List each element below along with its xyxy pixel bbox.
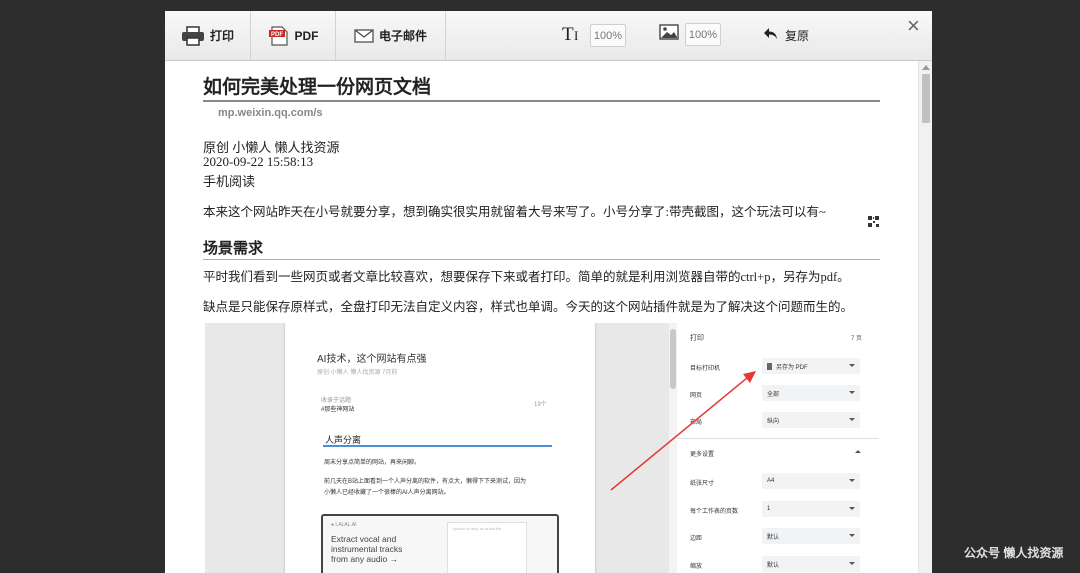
intro-paragraph: 本来这个网站昨天在小号就要分享，想到确实很实用就留着大号来写了。小号分享了:带壳… [203,205,826,219]
undo-icon [763,26,779,45]
envelope-icon [354,28,374,43]
print-button[interactable]: 打印 [165,11,251,60]
printer-icon [181,25,205,46]
pdf-icon-text: PDF [271,32,283,38]
annotation-arrow-head [743,371,756,383]
email-label: 电子邮件 [378,29,427,43]
image-zoom-control: 100% [659,23,721,46]
print-preview-dialog: 打印 PDF PDF 电子邮件 T I 100% 100% 复原 × 如何完美处… [165,11,932,573]
print-label: 打印 [209,29,234,43]
pdf-icon: PDF [268,25,290,47]
image-zoom-input[interactable]: 100% [685,23,721,46]
svg-text:T: T [562,24,574,43]
toolbar: 打印 PDF PDF 电子邮件 T I 100% 100% 复原 × [165,11,932,61]
text-zoom-input[interactable]: 100% [590,24,626,47]
vertical-scrollbar[interactable] [918,61,932,573]
text-size-icon[interactable]: T I [562,23,584,48]
article-title: 如何完美处理一份网页文档 [203,77,432,98]
section-heading: 场景需求 [203,240,264,257]
text-zoom-control: T I 100% [562,23,626,48]
scroll-up-icon[interactable] [922,65,930,70]
embedded-screenshot: AI技术，这个网站有点强 原创 小懒人 懒人找资源 7月前 收录于话题 #那些神… [205,323,879,573]
annotation-arrow-line [610,372,754,491]
email-button[interactable]: 电子邮件 [336,11,446,60]
paragraph-1: 平时我们看到一些网页或者文章比较喜欢，想要保存下来或者打印。简单的就是利用浏览器… [203,270,850,284]
restore-button[interactable]: 复原 [763,26,809,45]
scroll-thumb[interactable] [922,74,930,123]
qr-code-icon[interactable] [868,214,879,232]
svg-text:I: I [574,28,578,43]
source-url[interactable]: mp.weixin.qq.com/s [218,107,323,119]
annotation-arrow [610,371,756,491]
pdf-button[interactable]: PDF PDF [251,11,336,60]
restore-label: 复原 [785,29,810,43]
read-on-phone-link[interactable]: 手机阅读 [203,171,255,190]
image-icon[interactable] [659,24,679,45]
article-content: 如何完美处理一份网页文档 mp.weixin.qq.com/s 原创 小懒人 懒… [165,61,932,573]
title-divider [203,100,880,102]
heading-divider [203,259,880,260]
pdf-label: PDF [294,28,319,43]
watermark: 公众号 懒人找资源 [964,546,1064,560]
close-icon[interactable]: × [907,15,920,37]
paragraph-2: 缺点是只能保存原样式，全盘打印无法自定义内容，样式也单调。今天的这个网站插件就是… [203,300,854,314]
publish-datetime: 2020-09-22 15:58:13 [203,154,314,169]
